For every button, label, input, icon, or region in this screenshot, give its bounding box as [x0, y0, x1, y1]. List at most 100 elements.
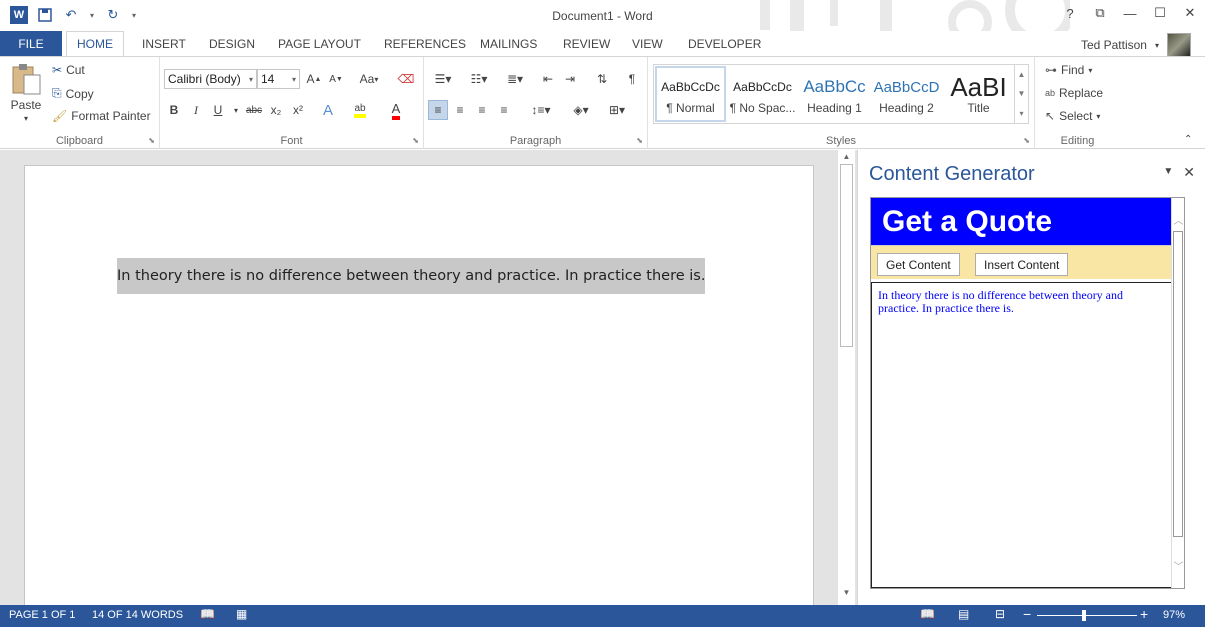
borders-icon[interactable]: ⊞▾	[602, 100, 632, 120]
ribbon: Paste ▾ ✂ Cut ⎘ Copy 🖌 Format Painter Cl…	[0, 56, 1205, 149]
dialog-launcher-icon[interactable]: ⬊	[1023, 136, 1030, 145]
tab-view[interactable]: VIEW	[622, 31, 673, 56]
style-heading-1[interactable]: AaBbCc Heading 1	[799, 66, 870, 122]
dialog-launcher-icon[interactable]: ⬊	[148, 136, 155, 145]
highlight-icon[interactable]: ab	[350, 100, 370, 120]
bold-button[interactable]: B	[164, 100, 184, 120]
align-left-icon[interactable]: ≡	[428, 100, 448, 120]
select-button[interactable]: ↖ Select ▾	[1045, 109, 1100, 123]
scrollbar-thumb[interactable]	[1173, 231, 1183, 537]
clear-formatting-icon[interactable]: ⌫	[396, 69, 416, 89]
tab-insert[interactable]: INSERT	[132, 31, 196, 56]
styles-gallery-scroll[interactable]: ▲ ▼ ▾	[1014, 65, 1028, 123]
task-pane-options-icon[interactable]: ▼	[1163, 164, 1173, 181]
user-account[interactable]: Ted Pattison ▾	[1081, 33, 1191, 57]
minimize-icon[interactable]: —	[1121, 6, 1139, 21]
insert-content-button[interactable]: Insert Content	[975, 253, 1069, 276]
sort-icon[interactable]: ⇅	[592, 69, 612, 89]
scroll-down-icon[interactable]: ▼	[838, 588, 855, 601]
read-mode-icon[interactable]: 📖	[920, 607, 935, 621]
style-title[interactable]: AaBI Title	[943, 66, 1014, 122]
zoom-slider-thumb[interactable]	[1082, 610, 1086, 621]
tab-page-layout[interactable]: PAGE LAYOUT	[268, 31, 371, 56]
chevron-down-icon: ▾	[23, 114, 28, 123]
selected-document-text[interactable]: In theory there is no difference between…	[117, 258, 706, 294]
underline-button[interactable]: U	[208, 100, 228, 120]
format-painter-button[interactable]: 🖌 Format Painter	[52, 109, 151, 123]
quote-header: Get a Quote	[871, 198, 1173, 245]
style-no-spacing[interactable]: AaBbCcDc ¶ No Spac...	[727, 66, 798, 122]
cut-button[interactable]: ✂ Cut	[52, 63, 85, 77]
get-content-button[interactable]: Get Content	[877, 253, 960, 276]
collapse-ribbon-icon[interactable]: ⌃	[1184, 134, 1192, 145]
task-pane-title: Content Generator	[869, 163, 1035, 185]
replace-button[interactable]: ab Replace	[1045, 86, 1103, 100]
show-formatting-marks-icon[interactable]: ¶	[622, 69, 642, 89]
tab-mailings[interactable]: MAILINGS	[470, 31, 547, 56]
text-effects-icon[interactable]: A	[318, 100, 338, 120]
web-layout-icon[interactable]: ⊟	[995, 607, 1005, 621]
numbering-icon[interactable]: ☷▾	[464, 69, 494, 89]
zoom-out-icon[interactable]: −	[1023, 606, 1031, 622]
superscript-button[interactable]: x²	[288, 100, 308, 120]
find-button[interactable]: ⊶ Find ▾	[1045, 63, 1092, 77]
cursor-icon: ↖	[1045, 109, 1056, 123]
help-icon[interactable]: ?	[1061, 6, 1079, 21]
word-count[interactable]: 14 OF 14 WORDS	[92, 609, 183, 621]
macro-recording-icon[interactable]: ▦	[236, 607, 247, 621]
document-scrollbar[interactable]: ▲ ▼	[837, 150, 855, 605]
style-normal[interactable]: AaBbCcDc ¶ Normal	[655, 66, 726, 122]
subscript-button[interactable]: x₂	[266, 100, 286, 120]
tab-home[interactable]: HOME	[66, 31, 124, 57]
proofing-icon[interactable]: 📖	[200, 607, 215, 621]
shrink-font-button[interactable]: A ▼	[326, 69, 346, 89]
ribbon-display-options-icon[interactable]: ⧉	[1091, 5, 1109, 21]
dialog-launcher-icon[interactable]: ⬊	[636, 136, 643, 145]
binoculars-icon: ⊶	[1045, 63, 1057, 77]
restore-icon[interactable]: ☐	[1151, 5, 1169, 21]
font-color-icon[interactable]: A	[386, 100, 406, 120]
chevron-down-icon[interactable]: ▼	[1018, 89, 1026, 98]
tab-developer[interactable]: DEVELOPER	[678, 31, 771, 56]
page-count[interactable]: PAGE 1 OF 1	[9, 609, 75, 621]
tab-references[interactable]: REFERENCES	[374, 31, 476, 56]
decrease-indent-icon[interactable]: ⇤	[538, 69, 558, 89]
align-center-icon[interactable]: ≡	[450, 100, 470, 120]
bullets-icon[interactable]: ☰▾	[428, 69, 458, 89]
font-size-combo[interactable]: 14 ▾	[257, 69, 300, 89]
chevron-up-icon[interactable]: ︿	[1172, 212, 1185, 227]
line-spacing-icon[interactable]: ↕≡▾	[526, 100, 556, 120]
multilevel-list-icon[interactable]: ≣▾	[500, 69, 530, 89]
zoom-in-icon[interactable]: +	[1140, 606, 1148, 622]
tab-design[interactable]: DESIGN	[199, 31, 265, 56]
copy-button[interactable]: ⎘ Copy	[52, 86, 94, 101]
justify-icon[interactable]: ≡	[494, 100, 514, 120]
align-right-icon[interactable]: ≡	[472, 100, 492, 120]
shading-icon[interactable]: ◈▾	[566, 100, 596, 120]
grow-font-button[interactable]: A ▲	[304, 69, 324, 89]
paste-button[interactable]: Paste ▾	[10, 62, 42, 123]
strikethrough-button[interactable]: abc	[242, 100, 266, 120]
increase-indent-icon[interactable]: ⇥	[560, 69, 580, 89]
chevron-up-icon[interactable]: ▲	[1018, 70, 1026, 79]
button-bar: Get Content Insert Content	[871, 245, 1173, 279]
tab-file[interactable]: FILE	[0, 31, 62, 56]
dialog-launcher-icon[interactable]: ⬊	[412, 136, 419, 145]
document-page[interactable]: In theory there is no difference between…	[24, 165, 814, 625]
tab-review[interactable]: REVIEW	[553, 31, 620, 56]
scrollbar-thumb[interactable]	[840, 164, 853, 347]
change-case-button[interactable]: Aa ▾	[354, 69, 384, 89]
font-name-combo[interactable]: Calibri (Body) ▾	[164, 69, 257, 89]
zoom-slider[interactable]	[1037, 615, 1137, 616]
addin-scrollbar[interactable]: ︿ ﹀	[1171, 198, 1184, 588]
more-styles-icon[interactable]: ▾	[1019, 109, 1023, 118]
close-icon[interactable]: ✕	[1183, 164, 1195, 181]
print-layout-icon[interactable]: ▤	[958, 607, 969, 621]
chevron-down-icon: ▾	[1088, 65, 1093, 75]
chevron-down-icon[interactable]: ﹀	[1172, 558, 1185, 573]
italic-button[interactable]: I	[186, 100, 206, 120]
chevron-down-icon: ▾	[1096, 111, 1101, 121]
close-icon[interactable]: ✕	[1181, 5, 1199, 21]
zoom-level[interactable]: 97%	[1163, 609, 1185, 621]
style-heading-2[interactable]: AaBbCcD Heading 2	[871, 66, 942, 122]
